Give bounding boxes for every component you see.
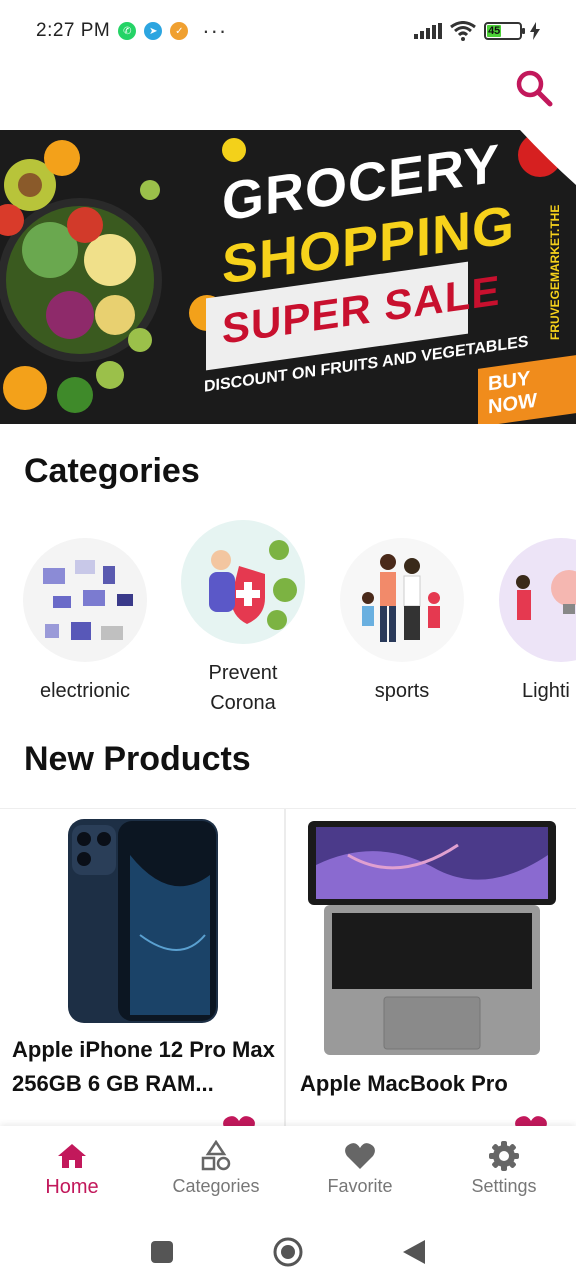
notification-icons: ✆ ➤ ✓ xyxy=(118,22,189,40)
category-lighting[interactable]: Lighti xyxy=(496,538,576,706)
categories-title: Categories xyxy=(24,452,200,490)
nav-label: Categories xyxy=(172,1176,260,1196)
promo-banner[interactable]: GROCERY SHOPPING SUPER SALE DISCOUNT ON … xyxy=(0,130,576,424)
nav-label: Settings xyxy=(471,1176,537,1196)
status-right: 45 xyxy=(414,21,540,41)
status-time: 2:27 PM xyxy=(36,20,111,41)
battery-level: 45 xyxy=(488,25,501,37)
wifi-icon xyxy=(450,21,476,41)
home-icon xyxy=(58,1144,86,1168)
nav-settings[interactable]: Settings xyxy=(432,1126,576,1222)
category-label: electrionic xyxy=(39,680,131,702)
notification-icon: ✓ xyxy=(170,22,189,40)
signal-icon xyxy=(414,23,442,39)
category-image xyxy=(181,520,305,644)
shapes-icon xyxy=(201,1140,231,1171)
charging-icon xyxy=(530,22,540,40)
home-system-button[interactable] xyxy=(268,1232,308,1272)
new-products-title: New Products xyxy=(24,740,251,778)
whatsapp-icon: ✆ xyxy=(118,22,137,40)
nav-categories[interactable]: Categories xyxy=(144,1126,288,1222)
category-image xyxy=(499,538,576,662)
battery-icon: 45 xyxy=(484,22,525,40)
banner-vertical-text: FRUVEGEMARKET.THE xyxy=(548,204,562,340)
recents-button[interactable] xyxy=(142,1232,182,1272)
back-button[interactable] xyxy=(394,1232,434,1272)
category-electronic[interactable]: electrionic xyxy=(20,538,150,706)
category-image xyxy=(340,538,464,662)
nav-favorite[interactable]: Favorite xyxy=(288,1126,432,1222)
square-icon xyxy=(151,1241,173,1263)
more-icon: ··· xyxy=(202,18,228,43)
circle-icon xyxy=(273,1237,303,1267)
category-prevent-corona[interactable]: Prevent Corona xyxy=(178,520,308,718)
product-name: Apple MacBook Pro xyxy=(300,1071,508,1096)
nav-label: Home xyxy=(45,1176,99,1198)
heart-icon xyxy=(345,1143,375,1169)
search-button[interactable] xyxy=(514,68,558,112)
favorite-button[interactable] xyxy=(222,1115,256,1126)
telegram-icon: ➤ xyxy=(144,22,163,40)
nav-label: Favorite xyxy=(327,1176,393,1196)
search-icon xyxy=(516,70,553,107)
product-image xyxy=(68,819,218,1023)
category-label: sports xyxy=(374,680,430,702)
products-list[interactable]: Apple iPhone 12 Pro Max 256GB 6 GB RAM..… xyxy=(0,808,576,1126)
app-bar xyxy=(0,62,576,130)
product-card[interactable]: Apple MacBook Pro xyxy=(288,809,576,1126)
system-navigation xyxy=(0,1222,576,1280)
categories-list[interactable]: electrionic Prevent Corona sports Lighti xyxy=(0,520,576,720)
product-name: Apple iPhone 12 Pro Max 256GB 6 GB RAM..… xyxy=(12,1037,275,1096)
bottom-navigation: Home Categories Favorite Settings xyxy=(0,1126,576,1222)
favorite-button[interactable] xyxy=(514,1115,548,1126)
category-image xyxy=(23,538,147,662)
heart-icon xyxy=(223,1116,255,1126)
category-label: Lighti xyxy=(522,680,570,702)
status-bar: 2:27 PM ✆ ➤ ✓ ··· 45 xyxy=(0,0,576,62)
heart-icon xyxy=(515,1116,547,1126)
back-triangle-icon xyxy=(403,1240,425,1264)
category-label: Prevent Corona xyxy=(208,662,278,714)
product-card[interactable]: Apple iPhone 12 Pro Max 256GB 6 GB RAM..… xyxy=(0,809,286,1126)
nav-home[interactable]: Home xyxy=(0,1126,144,1222)
product-image xyxy=(308,821,556,1055)
category-sports[interactable]: sports xyxy=(337,538,467,706)
gear-icon xyxy=(489,1141,519,1171)
